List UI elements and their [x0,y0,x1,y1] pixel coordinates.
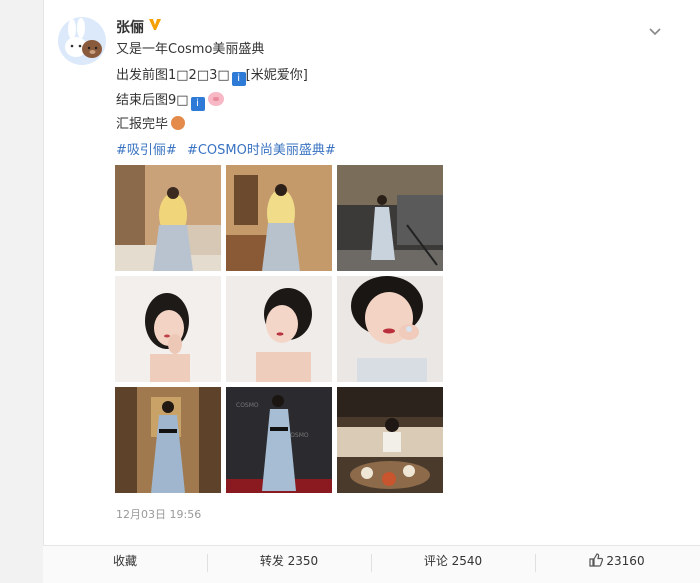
photo-hallway-full-length[interactable] [115,387,221,493]
post-timestamp[interactable]: 12月03日 19:56 [116,506,201,522]
like-button[interactable]: 23160 [535,546,699,583]
thumbs-up-icon [589,548,604,578]
avatar[interactable] [58,17,106,65]
post-line-1: 又是一年Cosmo美丽盛典 [116,41,264,59]
photo-lobby-red-carpet[interactable] [337,165,443,271]
chevron-down-icon[interactable] [648,22,662,36]
comment-button[interactable]: 评论 2540 [371,546,535,583]
repost-label: 转发 2350 [259,554,319,568]
collect-button[interactable]: 收藏 [43,546,207,583]
comment-label: 评论 2540 [423,554,483,568]
photo-portrait-hand-chin[interactable] [115,276,221,382]
photo-dinner-table[interactable] [337,387,443,493]
post-text: 结束后图9□ [116,93,189,108]
photo-portrait-closeup[interactable] [337,276,443,382]
pig-emoji-icon [207,92,224,106]
hashtag-link[interactable]: #吸引俪# [116,143,177,158]
post-text: 又是一年Cosmo美丽盛典 [116,42,265,57]
photo-portrait-eyes-closed[interactable] [226,276,332,382]
username[interactable]: 张俪 [116,17,144,37]
post-text: 出发前图1□2□3□ [116,68,230,83]
emoji-text: [米妮爱你] [245,68,308,83]
post-line-2: 出发前图1□2□3□ i [米妮爱你] [116,67,308,86]
face-emoji-icon [171,116,186,130]
hashtags: #吸引俪# #COSMO时尚美丽盛典# [116,139,342,158]
like-count: 23160 [606,554,645,568]
repost-button[interactable]: 转发 2350 [207,546,371,583]
info-emoji-icon: i [231,72,246,86]
collect-label: 收藏 [112,554,137,568]
info-emoji-icon: i [190,97,205,111]
post-text: 汇报完毕 [116,117,169,132]
photo-red-carpet-backdrop[interactable]: COSMO COSMO [226,387,332,493]
photo-hotel-room-yellow-coat-1[interactable] [115,165,221,271]
photo-hotel-room-yellow-coat-2[interactable] [226,165,332,271]
post-line-3: 结束后图9□ i [116,92,224,111]
post-line-4: 汇报完毕 [116,116,186,134]
photo-grid: COSMO COSMO [115,165,443,493]
action-bar: 收藏 转发 2350 评论 2540 23160 [43,545,700,583]
svg-text:COSMO: COSMO [236,402,259,409]
verified-v-icon [148,17,162,31]
hashtag-link[interactable]: #COSMO时尚美丽盛典# [187,143,336,158]
